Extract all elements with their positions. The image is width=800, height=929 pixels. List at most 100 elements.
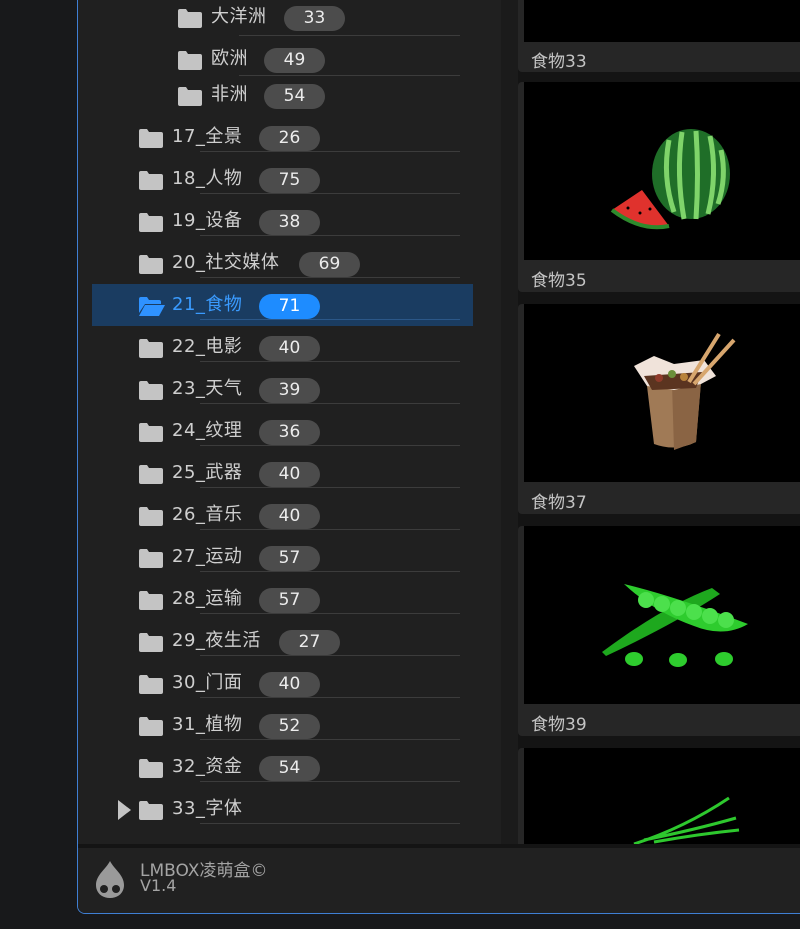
divider <box>200 781 460 782</box>
pea-pod-icon <box>602 584 748 667</box>
count-badge: 57 <box>259 588 320 613</box>
green-onion-icon <box>633 796 740 846</box>
divider <box>200 613 460 614</box>
count-badge: 33 <box>284 6 345 31</box>
divider <box>200 571 460 572</box>
count-badge: 40 <box>259 672 320 697</box>
count-badge: 36 <box>259 420 320 445</box>
thumbnail-gallery: 食物33 食物35 食物37 食物39 <box>518 0 800 858</box>
tree-item-17[interactable]: 17_全景 26 <box>78 116 501 158</box>
count-badge: 69 <box>299 252 360 277</box>
count-badge: 40 <box>259 504 320 529</box>
folder-icon <box>139 507 163 526</box>
divider <box>200 403 460 404</box>
tree-item-21-selected[interactable]: 21_食物 71 <box>92 284 473 326</box>
count-badge: 27 <box>279 630 340 655</box>
count-badge: 75 <box>259 168 320 193</box>
folder-icon <box>139 717 163 736</box>
count-badge: 26 <box>259 126 320 151</box>
thumbnail-image <box>524 82 800 260</box>
folder-icon <box>178 87 202 106</box>
divider <box>200 193 460 194</box>
folder-icon <box>139 549 163 568</box>
folder-icon <box>139 339 163 358</box>
thumbnail-card[interactable]: 食物37 <box>518 304 800 514</box>
tree-item-25[interactable]: 25_武器 40 <box>78 452 501 494</box>
tree-item-19[interactable]: 19_设备 38 <box>78 200 501 242</box>
divider <box>200 529 460 530</box>
count-badge: 71 <box>259 294 320 319</box>
thumbnail-image <box>524 304 800 482</box>
tree-item-24[interactable]: 24_纹理 36 <box>78 410 501 452</box>
thumbnail-card[interactable]: 食物35 <box>518 82 800 292</box>
thumbnail-image <box>524 526 800 704</box>
tree-item-30[interactable]: 30_门面 40 <box>78 662 501 704</box>
folder-icon <box>139 801 163 820</box>
count-badge: 54 <box>264 84 325 109</box>
tree-item-29[interactable]: 29_夜生活 27 <box>78 620 501 662</box>
folder-icon <box>139 591 163 610</box>
divider <box>200 151 460 152</box>
expand-arrow-icon[interactable] <box>117 800 131 824</box>
app-version: V1.4 <box>140 876 177 895</box>
divider <box>239 35 460 36</box>
folder-icon <box>139 213 163 232</box>
divider <box>200 445 460 446</box>
divider <box>200 319 460 320</box>
divider <box>200 697 460 698</box>
count-badge: 39 <box>259 378 320 403</box>
divider <box>200 655 460 656</box>
folder-icon <box>178 51 202 70</box>
thumbnail-image <box>524 748 800 858</box>
tree-item-27[interactable]: 27_运动 57 <box>78 536 501 578</box>
tree-item-23[interactable]: 23_天气 39 <box>78 368 501 410</box>
tree-item-33[interactable]: 33_字体 <box>78 788 501 830</box>
count-badge: 57 <box>259 546 320 571</box>
tree-item-26[interactable]: 26_音乐 40 <box>78 494 501 536</box>
thumbnail-caption: 食物35 <box>531 271 587 291</box>
app-footer: LMBOX凌萌盒© V1.4 <box>78 844 800 913</box>
folder-icon <box>139 423 163 442</box>
tree-item-18[interactable]: 18_人物 75 <box>78 158 501 200</box>
folder-icon <box>178 9 202 28</box>
folder-icon <box>139 633 163 652</box>
panel-splitter[interactable] <box>501 0 518 844</box>
thumbnail-card[interactable] <box>518 748 800 858</box>
divider <box>200 823 460 824</box>
tree-item-31[interactable]: 31_植物 52 <box>78 704 501 746</box>
thumbnail-card[interactable]: 食物39 <box>518 526 800 736</box>
count-badge: 52 <box>259 714 320 739</box>
tree-item-22[interactable]: 22_电影 40 <box>78 326 501 368</box>
folder-icon <box>139 381 163 400</box>
tree-item-28[interactable]: 28_运输 57 <box>78 578 501 620</box>
folder-icon <box>139 759 163 778</box>
count-badge: 49 <box>264 48 325 73</box>
thumbnail-card[interactable]: 食物33 <box>518 0 800 72</box>
lmbox-logo-icon <box>94 861 126 901</box>
folder-tree: 大洋洲 33 欧洲 49 非洲 54 17_全景 26 18_人物 75 19_… <box>78 0 501 844</box>
tree-item-label: 大洋洲 <box>211 6 267 27</box>
folder-open-icon <box>139 297 165 316</box>
divider <box>200 235 460 236</box>
thumbnail-caption: 食物39 <box>531 715 587 735</box>
divider <box>200 361 460 362</box>
folder-icon <box>139 465 163 484</box>
count-badge: 38 <box>259 210 320 235</box>
count-badge: 40 <box>259 336 320 361</box>
tree-item-oceania[interactable]: 大洋洲 33 <box>78 0 501 38</box>
count-badge: 54 <box>259 756 320 781</box>
divider <box>200 277 460 278</box>
tree-item-20[interactable]: 20_社交媒体 69 <box>78 242 501 284</box>
folder-icon <box>139 675 163 694</box>
thumbnail-image <box>524 0 800 42</box>
tree-item-32[interactable]: 32_资金 54 <box>78 746 501 788</box>
watermelon-icon <box>610 129 730 230</box>
thumbnail-caption: 食物33 <box>531 52 587 72</box>
thumbnail-caption: 食物37 <box>531 493 587 513</box>
folder-icon <box>139 171 163 190</box>
tree-item-label: 非洲 <box>211 84 248 105</box>
app-window: 大洋洲 33 欧洲 49 非洲 54 17_全景 26 18_人物 75 19_… <box>77 0 800 914</box>
folder-icon <box>139 255 163 274</box>
folder-icon <box>139 129 163 148</box>
tree-item-africa[interactable]: 非洲 54 <box>78 74 501 116</box>
